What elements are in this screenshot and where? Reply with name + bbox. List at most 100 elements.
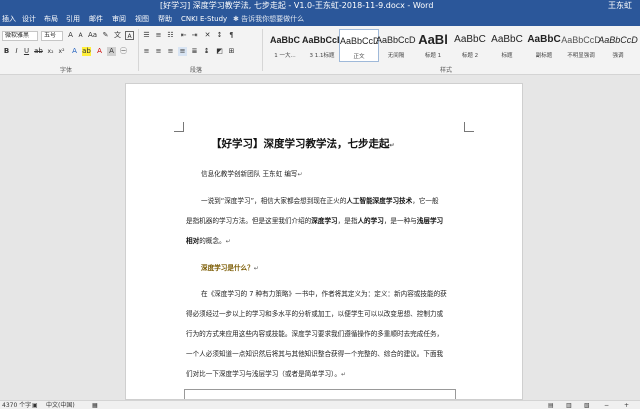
zoom-out-icon[interactable]: − [604,401,609,409]
zoom-in-icon[interactable]: + [624,401,629,409]
style-item[interactable]: AaBbC 1 一大... [265,29,305,62]
style-name: 标题 1 [424,53,442,59]
tab-insert[interactable]: 插入 [2,12,16,26]
paragraph-line[interactable]: 一说到“深度学习”，相信大家都会想到现在正火的人工智能深度学习技术，它一般 [201,195,481,205]
style-item[interactable]: AaBbCcDc 正文 [339,29,379,62]
font-color-icon[interactable]: A [95,47,104,56]
embedded-image-frame[interactable] [184,389,456,399]
style-item[interactable]: AaBbC 副标题 [524,29,564,62]
style-preview: AaBbCcDc [376,35,416,45]
style-item[interactable]: AaBbCcD 3 1.1标题 [302,29,342,62]
paragraph-line[interactable]: 是指机器的学习方法。但是这里我们介绍的深度学习，是指人的学习，是一种与浅层学习 [186,215,466,225]
strikethrough-icon[interactable]: ab [34,47,43,56]
italic-icon[interactable]: I [12,47,21,56]
paragraph-line[interactable]: 行为的方式来应用这些内容或技能。深度学习要求我们遵循操作的多重顺时去完成任务， [186,328,466,338]
style-item[interactable]: AaBbCcD 不明显强调 [561,29,601,62]
align-left-icon[interactable]: ≡ [142,47,151,56]
style-item[interactable]: AaBbC 标题 2 [450,29,490,62]
ribbon-tabs: 插入 设计 布局 引用 邮件 审阅 视图 帮助 CNKI E-Study ✱ 告… [0,12,640,26]
style-name: 3 1.1标题 [309,53,335,59]
language-status[interactable]: 中文(中国) [46,401,75,409]
tab-view[interactable]: 视图 [135,12,149,26]
paragraph-line[interactable]: 在《深度学习的 7 种有力策略》一书中，作者将其定义为：定义：新内容或技能的获 [201,288,481,298]
author-line[interactable]: 信息化教学创新团队 王东虹 编写↵ [201,168,481,178]
style-item[interactable]: AaBbC 标题 [487,29,527,62]
change-case-icon[interactable]: Aa [88,31,97,40]
style-preview: AaBbC [454,34,486,45]
style-preview: AaBbCcD [561,35,601,45]
style-item[interactable]: AaBbCcD 强调 [598,29,638,62]
underline-icon[interactable]: U [22,47,31,56]
status-bar: 4370 个字 ▣ 中文(中国) ▦ ▤ ▥ ▧ − + [0,400,640,409]
phonetic-guide-icon[interactable]: 文 [113,31,122,40]
line-spacing-icon[interactable]: ↨ [202,47,211,56]
tell-me-search[interactable]: ✱ 告诉我你想要做什么 [233,12,304,26]
distributed-icon[interactable]: ≣ [190,47,199,56]
decrease-indent-icon[interactable]: ⇤ [179,31,188,40]
subscript-icon[interactable]: x₂ [46,47,55,56]
document-title[interactable]: 【好学习】深度学习教学法，七步走起↵ [211,136,395,151]
document-page[interactable]: 【好学习】深度学习教学法，七步走起↵ 信息化教学创新团队 王东虹 编写↵ 一说到… [125,83,523,400]
align-center-icon[interactable]: ≡ [154,47,163,56]
justify-icon[interactable]: ≡ [178,47,187,56]
sort-icon[interactable]: ↕ [215,31,224,40]
style-name: 无间隔 [387,53,405,59]
word-count[interactable]: 4370 个字 [2,401,31,409]
read-mode-icon[interactable]: ▤ [548,401,554,409]
style-preview: AaBbCcD [302,35,342,45]
chinese-layout-icon[interactable]: ✕ [203,31,212,40]
align-right-icon[interactable]: ≡ [166,47,175,56]
margin-corner-mark [174,122,184,132]
tab-review[interactable]: 审阅 [112,12,126,26]
print-layout-icon[interactable]: ▥ [566,401,572,409]
style-name: 强调 [612,53,624,59]
title-bar: [好学习] 深度学习教学法, 七步走起 - V1.0-王东虹-2018-11-9… [0,0,640,12]
proofing-icon[interactable]: ▣ [32,401,38,409]
increase-indent-icon[interactable]: ⇥ [190,31,199,40]
superscript-icon[interactable]: x² [57,47,66,56]
font-name-box[interactable]: 微软雅黑 [2,31,38,41]
char-shading-icon[interactable]: A [107,47,116,56]
enclose-char-icon[interactable]: ㊀ [119,47,128,56]
tab-mailings[interactable]: 邮件 [89,12,103,26]
group-divider [262,29,263,71]
tab-layout[interactable]: 布局 [44,12,58,26]
paragraph-line[interactable]: 得必须经过一步以上的学习和多水平的分析或加工，以便学生可以以改变思想、控制力或 [186,308,466,318]
styles-group-label: 样式 [440,67,453,74]
tab-cnki[interactable]: CNKI E-Study [181,12,227,26]
shading-icon[interactable]: ◩ [215,47,224,56]
shrink-font-icon[interactable]: A [76,31,85,40]
clear-format-icon[interactable]: ✎ [101,31,110,40]
char-border-icon[interactable]: A [125,31,134,40]
paragraph-line[interactable]: 相对的概念。↵ [186,235,466,245]
paragraph-line[interactable]: 一个人必须知道一点知识然后将其与其他知识整合获得一个完整的、综合的建议。下面我 [186,348,466,358]
show-marks-icon[interactable]: ¶ [227,31,236,40]
style-preview: AaBl [418,32,448,47]
tab-help[interactable]: 帮助 [158,12,172,26]
font-size-box[interactable]: 五号 [41,31,63,41]
paragraph-line[interactable]: 们对比一下深度学习与浅层学习（或者是简单学习）。↵ [186,368,466,378]
style-item[interactable]: AaBl 标题 1 [413,29,453,62]
style-preview: AaBbCcD [598,35,638,45]
style-name: 1 一大... [274,53,296,59]
numbering-icon[interactable]: ≡ [154,31,163,40]
bold-icon[interactable]: B [2,47,11,56]
text-effects-icon[interactable]: A [70,47,79,56]
grow-font-icon[interactable]: A [66,31,75,40]
style-item[interactable]: AaBbCcDc 无间隔 [376,29,416,62]
style-preview: AaBbC [527,34,561,45]
web-layout-icon[interactable]: ▧ [584,401,590,409]
bullets-icon[interactable]: ☰ [142,31,151,40]
style-name: 正文 [353,54,365,60]
user-name[interactable]: 王东虹 [608,0,632,12]
borders-icon[interactable]: ⊞ [227,47,236,56]
tab-design[interactable]: 设计 [22,12,36,26]
tab-references[interactable]: 引用 [66,12,80,26]
search-placeholder: 告诉我你想要做什么 [241,15,305,23]
highlight-icon[interactable]: ab [82,47,91,56]
style-preview: AaBbCcDc [340,36,379,46]
group-divider [138,29,139,71]
section-question[interactable]: 深度学习是什么？↵ [201,262,481,272]
multilevel-list-icon[interactable]: ☷ [166,31,175,40]
macro-record-icon[interactable]: ▦ [92,401,98,409]
